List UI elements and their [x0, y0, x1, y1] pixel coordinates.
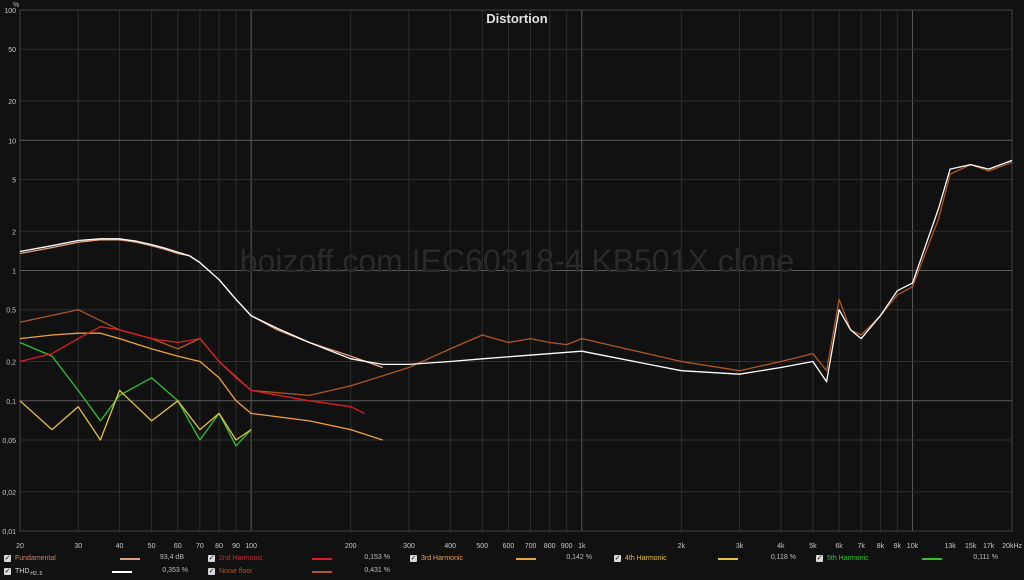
- y-tick-label: 0,1: [6, 399, 16, 406]
- legend-item-2nd-harmonic[interactable]: ✓ 2nd Harmonic: [208, 552, 263, 564]
- x-tick-label: 200: [345, 543, 357, 550]
- x-tick-label: 300: [403, 543, 415, 550]
- y-tick-label: 50: [8, 47, 16, 54]
- legend-label: 5th Harmonic: [827, 554, 869, 562]
- x-tick-label: 600: [503, 543, 515, 550]
- y-tick-label: 10: [8, 138, 16, 145]
- distortion-chart: boizoff.com IEC60318-4 KB501X clone 20 30…: [0, 0, 1024, 550]
- checkbox-icon[interactable]: ✓: [4, 554, 11, 562]
- legend-item-4th-harmonic[interactable]: ✓ 4th Harmonic: [614, 552, 667, 564]
- x-tick-label: 20: [16, 543, 24, 550]
- legend-item-3rd-harmonic[interactable]: ✓ 3rd Harmonic: [410, 552, 463, 564]
- x-tick-label: 500: [476, 543, 488, 550]
- x-tick-label: 9k: [894, 543, 902, 550]
- legend-label: THD: [15, 567, 30, 575]
- y-tick-label: 1: [12, 269, 16, 276]
- legend-swatch: [112, 571, 132, 573]
- x-tick-label: 3k: [736, 543, 744, 550]
- x-tick-label: 5k: [809, 543, 817, 550]
- chart-legend: ✓ Fundamental 93,4 dB ✓ 2nd Harmonic 0,1…: [0, 551, 1024, 580]
- legend-swatch: [120, 558, 140, 560]
- legend-swatch: [312, 558, 332, 560]
- x-tick-label: 20kHz: [1002, 543, 1022, 550]
- legend-label: 3rd Harmonic: [421, 554, 464, 562]
- y-tick-label: 5: [12, 177, 16, 184]
- legend-value: 0,142 %: [566, 554, 592, 561]
- legend-value: 0,111 %: [973, 554, 998, 561]
- checkbox-icon[interactable]: ✓: [410, 554, 417, 562]
- legend-item-noise-floor[interactable]: ✓ Noise floor: [208, 565, 252, 577]
- chart-title: Distortion: [486, 11, 547, 26]
- x-tick-label: 2k: [678, 543, 686, 550]
- x-tick-label: 6k: [835, 543, 843, 550]
- legend-item-fundamental[interactable]: ✓ Fundamental: [4, 552, 56, 564]
- x-tick-label: 8k: [877, 543, 885, 550]
- x-tick-label: 800: [544, 543, 556, 550]
- y-tick-label: 0,01: [2, 529, 16, 536]
- legend-value: 0,153 %: [364, 554, 390, 561]
- x-tick-label: 50: [148, 543, 156, 550]
- legend-swatch: [312, 571, 332, 573]
- x-tick-label: 90: [232, 543, 240, 550]
- legend-swatch: [516, 558, 536, 560]
- legend-item-thd[interactable]: ✓ THD H2..5: [4, 565, 42, 577]
- x-tick-label: 900: [561, 543, 573, 550]
- legend-value: 0,353 %: [162, 567, 188, 574]
- y-tick-label: 2: [12, 229, 16, 236]
- chart-watermark: boizoff.com IEC60318-4 KB501X clone: [240, 243, 794, 279]
- x-tick-label: 17k: [983, 543, 995, 550]
- x-tick-label: 10k: [907, 543, 919, 550]
- x-tick-label: 100: [245, 543, 257, 550]
- x-tick-label: 15k: [965, 543, 977, 550]
- y-tick-label: 0,5: [6, 308, 16, 315]
- checkbox-icon[interactable]: ✓: [4, 567, 11, 575]
- legend-label: Fundamental: [15, 554, 56, 562]
- legend-label: Noise floor: [219, 567, 253, 575]
- legend-swatch: [718, 558, 738, 560]
- y-unit-label: %: [13, 2, 19, 9]
- x-tick-label: 60: [174, 543, 182, 550]
- x-tick-label: 400: [444, 543, 456, 550]
- legend-label-subscript: H2..5: [30, 571, 43, 577]
- x-tick-label: 80: [215, 543, 223, 550]
- checkbox-icon[interactable]: ✓: [208, 567, 215, 575]
- legend-swatch: [922, 558, 942, 560]
- x-tick-label: 13k: [944, 543, 956, 550]
- x-tick-label: 7k: [858, 543, 866, 550]
- x-tick-label: 40: [116, 543, 124, 550]
- y-tick-label: 0,2: [6, 360, 16, 367]
- y-tick-label: 0,02: [2, 490, 16, 497]
- legend-label: 2nd Harmonic: [219, 554, 263, 562]
- legend-value: 0,431 %: [364, 567, 390, 574]
- legend-value: 93,4 dB: [159, 554, 184, 561]
- y-tick-label: 20: [8, 99, 16, 106]
- checkbox-icon[interactable]: ✓: [208, 554, 215, 562]
- y-tick-label: 100: [4, 8, 16, 15]
- legend-item-5th-harmonic[interactable]: ✓ 5th Harmonic: [816, 552, 869, 564]
- checkbox-icon[interactable]: ✓: [816, 554, 823, 562]
- checkbox-icon[interactable]: ✓: [614, 554, 621, 562]
- x-tick-label: 30: [74, 543, 82, 550]
- x-tick-label: 1k: [578, 543, 586, 550]
- x-tick-label: 700: [525, 543, 537, 550]
- legend-label: 4th Harmonic: [625, 554, 667, 562]
- legend-value: 0,118 %: [770, 554, 796, 561]
- y-tick-label: 0,05: [2, 438, 16, 445]
- x-tick-label: 70: [196, 543, 204, 550]
- x-tick-label: 4k: [777, 543, 785, 550]
